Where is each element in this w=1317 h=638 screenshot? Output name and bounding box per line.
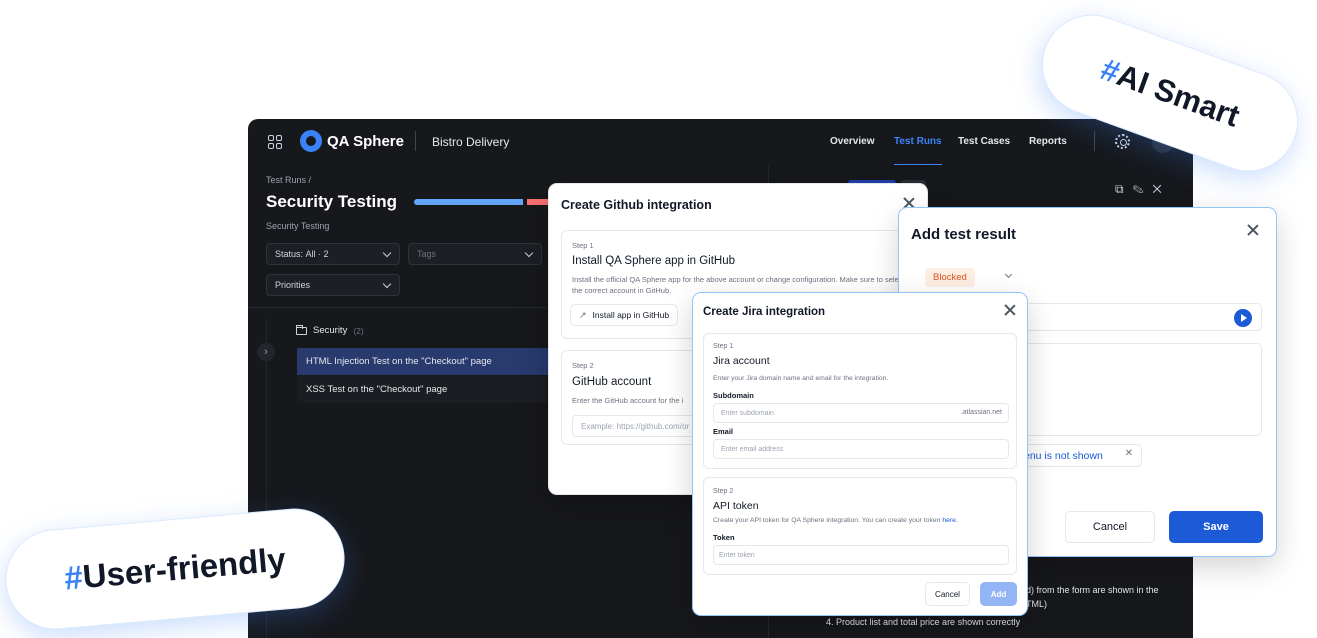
jira-step2-card: Step 2 API token Create your API token f… [703, 477, 1017, 575]
step-label: Step 1 [713, 343, 734, 350]
page-title: Security Testing [266, 192, 397, 211]
chevron-down-icon [524, 248, 534, 258]
jira-step1-card: Step 1 Jira account Enter your Jira doma… [703, 333, 1017, 469]
step-title: API token [713, 500, 759, 512]
step-help-text: Create your API token for QA Sphere inte… [713, 517, 941, 524]
linked-issue-title[interactable]: enu is not shown [1024, 450, 1103, 462]
divider [415, 131, 416, 151]
tags-filter-placeholder: Tags [417, 249, 437, 259]
step-help: Create your API token for QA Sphere inte… [713, 516, 958, 526]
ai-smart-text: #AI Smart [1096, 51, 1244, 134]
run-progress-bar [414, 199, 554, 205]
modal-title: Create Github integration [561, 198, 712, 212]
step-text: 4. Product list and total price are show… [826, 617, 1021, 627]
save-button[interactable]: Save [1169, 511, 1263, 543]
subdomain-suffix: .atlassian.net [960, 409, 1002, 416]
top-navigation-bar: QA Sphere Bistro Delivery Overview Test … [248, 119, 1193, 166]
token-input[interactable]: Enter token [713, 545, 1009, 565]
nav-overview[interactable]: Overview [830, 136, 874, 147]
install-app-label: Install app in GitHub [592, 310, 670, 320]
test-case-row[interactable]: HTML Injection Test on the "Checkout" pa… [297, 348, 557, 375]
timer-field[interactable] [1024, 303, 1262, 331]
cancel-button[interactable]: Cancel [925, 582, 970, 606]
email-input[interactable]: Enter email address [713, 439, 1009, 459]
linked-issue-chip[interactable]: enu is not shown ✕ [1024, 444, 1142, 467]
step-help: Enter your Jira domain name and email fo… [713, 375, 889, 382]
user-friendly-label: User-friendly [81, 540, 288, 596]
chevron-down-icon [382, 248, 392, 258]
status-filter[interactable]: Status: All · 2 [266, 243, 400, 265]
folder-security[interactable]: Security (2) [296, 324, 364, 336]
marketing-stage: QA Sphere Bistro Delivery Overview Test … [0, 0, 1317, 638]
email-label: Email [713, 427, 734, 436]
folder-name: Security [313, 325, 348, 336]
nav-test-runs[interactable]: Test Runs [894, 136, 942, 166]
subdomain-placeholder: Enter subdomain [721, 409, 774, 417]
play-icon[interactable] [1234, 309, 1252, 327]
comment-editor[interactable] [1024, 343, 1262, 436]
status-filter-label: Status: [275, 249, 304, 259]
step-text: TML) [1026, 599, 1047, 609]
remove-icon[interactable]: ✕ [1125, 448, 1133, 459]
create-token-link[interactable]: here. [942, 517, 958, 524]
chevron-down-icon [1004, 270, 1013, 279]
step-label: Step 1 [572, 241, 594, 250]
priorities-filter[interactable]: Priorities [266, 274, 400, 296]
divider [248, 307, 548, 308]
nav-test-cases[interactable]: Test Cases [958, 136, 1010, 147]
user-friendly-text: #User-friendly [63, 540, 287, 597]
step-label: Step 2 [713, 488, 734, 495]
step-title: Jira account [713, 355, 770, 367]
external-link-icon: ↗ [578, 309, 587, 320]
add-button[interactable]: Add [980, 582, 1017, 606]
subdomain-input[interactable]: Enter subdomain .atlassian.net [713, 403, 1009, 423]
status-filter-value: All · 2 [305, 249, 329, 259]
priorities-filter-label: Priorities [275, 280, 311, 290]
jira-integration-modal: Create Jira integration Step 1 Jira acco… [693, 293, 1027, 615]
status-badge: Blocked [925, 268, 975, 287]
cancel-button[interactable]: Cancel [1065, 511, 1155, 543]
token-label: Token [713, 533, 735, 542]
chevron-down-icon [382, 279, 392, 289]
nav-reports[interactable]: Reports [1029, 136, 1067, 147]
qa-sphere-logo-icon [300, 130, 322, 152]
step-title: Install QA Sphere app in GitHub [572, 255, 736, 267]
step-help: Enter the GitHub account for the i [572, 396, 684, 405]
step-text: d) from the form are shown in the [1026, 585, 1159, 595]
modal-title: Add test result [911, 226, 1017, 243]
ai-smart-label: AI Smart [1112, 57, 1245, 134]
folder-icon [296, 324, 307, 335]
divider [1094, 131, 1095, 151]
modal-title: Create Jira integration [703, 306, 826, 318]
gear-icon[interactable] [1115, 134, 1130, 149]
close-icon[interactable] [1004, 304, 1016, 316]
detail-action-icons[interactable]: ⧉✎✕ [1115, 182, 1171, 197]
breadcrumb[interactable]: Test Runs / [266, 175, 311, 185]
app-logo-text[interactable]: QA Sphere [327, 133, 404, 150]
tags-filter[interactable]: Tags [408, 243, 542, 265]
install-app-button[interactable]: ↗ Install app in GitHub [570, 304, 678, 326]
folder-count: (2) [353, 325, 364, 336]
close-icon[interactable] [1247, 224, 1259, 236]
project-name[interactable]: Bistro Delivery [432, 135, 509, 149]
step-title: GitHub account [572, 376, 652, 388]
subdomain-label: Subdomain [713, 391, 754, 400]
step-label: Step 2 [572, 361, 594, 370]
chevron-right-icon[interactable]: › [257, 343, 275, 361]
page-subtitle: Security Testing [266, 221, 330, 231]
app-grid-icon[interactable] [268, 135, 282, 149]
test-case-row[interactable]: XSS Test on the "Checkout" page [297, 376, 557, 403]
status-select[interactable]: Blocked [911, 263, 1023, 293]
